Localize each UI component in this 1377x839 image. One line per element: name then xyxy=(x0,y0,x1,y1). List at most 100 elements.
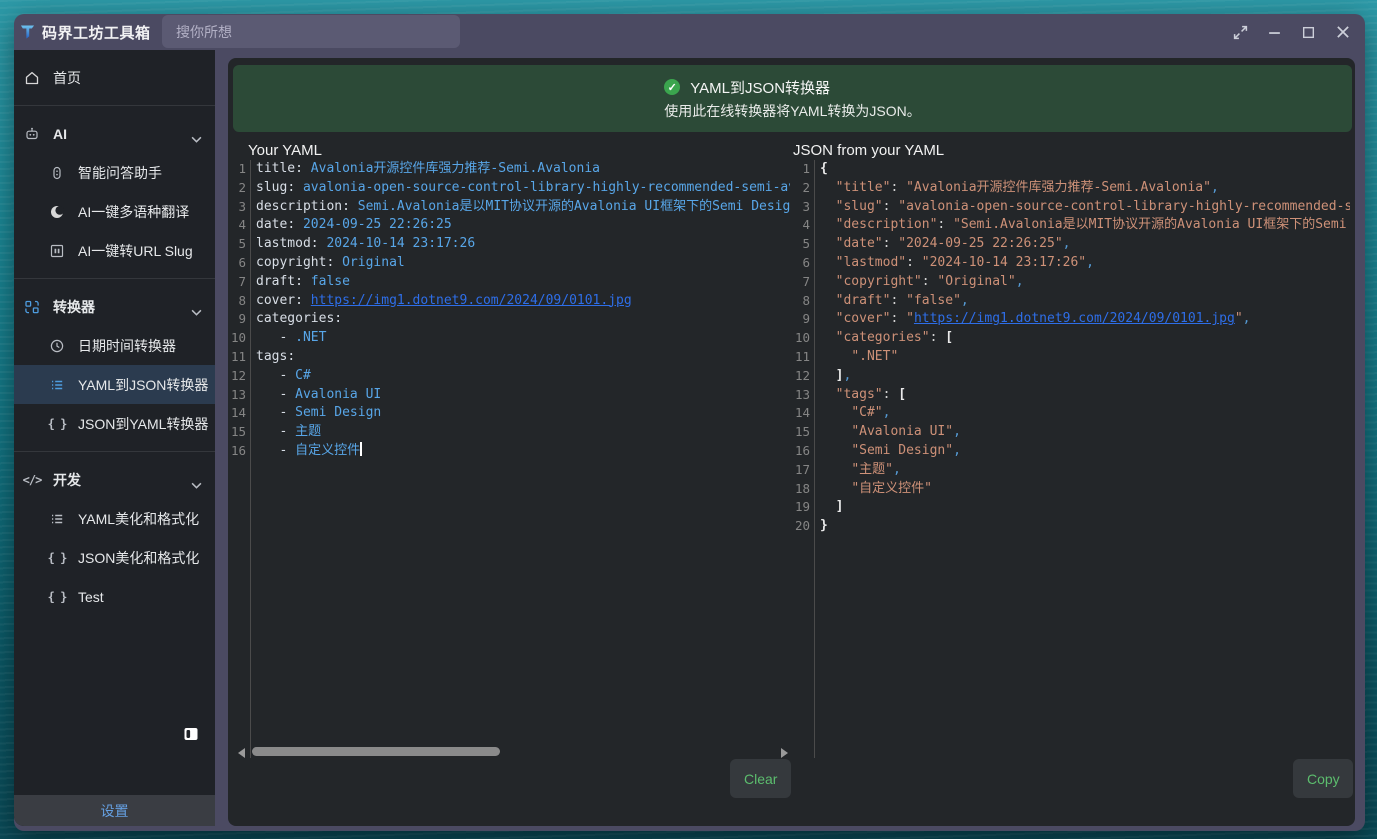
code-line: "categories": [ xyxy=(820,329,1350,348)
json-pane-header: JSON from your YAML xyxy=(793,142,944,159)
code-line: "lastmod": "2024-10-14 23:17:26", xyxy=(820,254,1350,273)
code-line: - 自定义控件 xyxy=(256,442,790,461)
code-line: date: 2024-09-25 22:26:25 xyxy=(256,216,790,235)
close-icon[interactable] xyxy=(1334,24,1351,41)
expand-icon[interactable] xyxy=(1232,24,1249,41)
sidebar-item-json-to-yaml[interactable]: { } JSON到YAML转换器 xyxy=(14,404,215,443)
code-line: "cover": "https://img1.dotnet9.com/2024/… xyxy=(820,310,1350,329)
sidebar-item-qa-assistant[interactable]: 智能问答助手 xyxy=(14,153,215,192)
sidebar-item-yaml-format[interactable]: YAML美化和格式化 xyxy=(14,499,215,538)
braces-icon: { } xyxy=(49,416,65,432)
sidebar-item-label: 首页 xyxy=(53,68,81,88)
line-number: 19 xyxy=(788,498,814,517)
desktop-background: 码界工坊工具箱 xyxy=(0,0,1377,839)
sidebar-divider xyxy=(14,451,215,452)
sidebar-group-ai[interactable]: AI xyxy=(14,114,215,153)
yaml-editor[interactable]: title: Avalonia开源控件库强力推荐-Semi.Avaloniasl… xyxy=(256,160,790,745)
settings-button[interactable]: 设置 xyxy=(14,795,215,826)
code-line: "C#", xyxy=(820,404,1350,423)
scrollbar-thumb[interactable] xyxy=(252,747,500,756)
line-number: 20 xyxy=(788,517,814,536)
code-line: "主题", xyxy=(820,461,1350,480)
sidebar-item-label: 日期时间转换器 xyxy=(78,336,176,356)
collapse-sidebar-icon[interactable] xyxy=(183,726,199,742)
sidebar-group-label: 开发 xyxy=(53,470,81,490)
code-line: - 主题 xyxy=(256,423,790,442)
sidebar-item-datetime-converter[interactable]: 日期时间转换器 xyxy=(14,326,215,365)
sidebar-group-converters[interactable]: 转换器 xyxy=(14,287,215,326)
clock-icon xyxy=(49,338,65,354)
json-output[interactable]: { "title": "Avalonia开源控件库强力推荐-Semi.Avalo… xyxy=(820,160,1350,745)
settings-label: 设置 xyxy=(101,801,129,821)
code-line: "自定义控件" xyxy=(820,480,1350,499)
capsule-assistant-icon xyxy=(49,165,65,181)
sidebar-item-label: JSON美化和格式化 xyxy=(78,548,199,568)
line-number: 16 xyxy=(788,442,814,461)
sidebar-group-dev[interactable]: </> 开发 xyxy=(14,460,215,499)
code-line: categories: xyxy=(256,310,790,329)
braces-icon: { } xyxy=(49,589,65,605)
code-line: "copyright": "Original", xyxy=(820,273,1350,292)
code-line: title: Avalonia开源控件库强力推荐-Semi.Avalonia xyxy=(256,160,790,179)
line-number: 13 xyxy=(228,386,250,405)
braces-icon: { } xyxy=(49,550,65,566)
line-number: 2 xyxy=(788,179,814,198)
line-number: 8 xyxy=(788,292,814,311)
line-number: 7 xyxy=(228,273,250,292)
sidebar-item-ai-translate[interactable]: AI一键多语种翻译 xyxy=(14,192,215,231)
code-line: "title": "Avalonia开源控件库强力推荐-Semi.Avaloni… xyxy=(820,179,1350,198)
tool-title: YAML到JSON转换器 xyxy=(690,77,830,98)
chevron-down-icon xyxy=(191,303,202,319)
code-line: } xyxy=(820,517,1350,536)
moon-icon xyxy=(49,204,65,220)
horizontal-scrollbar[interactable] xyxy=(234,745,790,759)
sidebar-divider xyxy=(14,105,215,106)
code-line: description: Semi.Avalonia是以MIT协议开源的Aval… xyxy=(256,198,790,217)
code-line: - Semi Design xyxy=(256,404,790,423)
url-link[interactable]: https://img1.dotnet9.com/2024/09/0101.jp… xyxy=(311,293,632,308)
minimize-icon[interactable] xyxy=(1266,24,1283,41)
maximize-icon[interactable] xyxy=(1300,24,1317,41)
line-number: 9 xyxy=(788,310,814,329)
line-number: 18 xyxy=(788,480,814,499)
line-number: 1 xyxy=(228,160,250,179)
sidebar-item-test[interactable]: { } Test xyxy=(14,577,215,616)
sidebar-item-url-slug[interactable]: AI一键转URL Slug xyxy=(14,231,215,270)
line-number: 17 xyxy=(788,461,814,480)
line-number: 11 xyxy=(788,348,814,367)
line-number: 1 xyxy=(788,160,814,179)
tool-banner: ✓ YAML到JSON转换器 使用此在线转换器将YAML转换为JSON。 xyxy=(233,65,1352,132)
url-link[interactable]: https://img1.dotnet9.com/2024/09/0101.jp… xyxy=(914,311,1235,326)
scroll-left-arrow-icon[interactable] xyxy=(238,748,245,758)
code-line: "Semi Design", xyxy=(820,442,1350,461)
json-line-numbers: 1234567891011121314151617181920 xyxy=(788,160,815,758)
transform-icon xyxy=(24,299,40,315)
line-number: 11 xyxy=(228,348,250,367)
sidebar-item-json-format[interactable]: { } JSON美化和格式化 xyxy=(14,538,215,577)
code-line: "date": "2024-09-25 22:26:25", xyxy=(820,235,1350,254)
sidebar-item-label: Test xyxy=(78,589,104,605)
code-line: ], xyxy=(820,367,1350,386)
line-number: 14 xyxy=(228,404,250,423)
sidebar-item-label: YAML到JSON转换器 xyxy=(78,375,208,395)
line-number: 12 xyxy=(228,367,250,386)
code-line: { xyxy=(820,160,1350,179)
code-icon: </> xyxy=(24,472,40,488)
sidebar-item-yaml-to-json[interactable]: YAML到JSON转换器 xyxy=(14,365,215,404)
code-line: tags: xyxy=(256,348,790,367)
sidebar-item-home[interactable]: 首页 xyxy=(14,58,215,97)
search-input[interactable] xyxy=(162,15,460,48)
line-number: 13 xyxy=(788,386,814,405)
line-number: 7 xyxy=(788,273,814,292)
copy-button[interactable]: Copy xyxy=(1293,759,1353,798)
sidebar-item-label: JSON到YAML转换器 xyxy=(78,414,208,434)
line-number: 10 xyxy=(788,329,814,348)
app-logo-icon xyxy=(20,24,35,40)
clear-button[interactable]: Clear xyxy=(730,759,791,798)
app-window: 码界工坊工具箱 xyxy=(14,14,1365,831)
sidebar-item-label: AI一键转URL Slug xyxy=(78,241,193,261)
line-number: 12 xyxy=(788,367,814,386)
line-number: 4 xyxy=(228,216,250,235)
scroll-right-arrow-icon[interactable] xyxy=(781,748,788,758)
code-line: cover: https://img1.dotnet9.com/2024/09/… xyxy=(256,292,790,311)
